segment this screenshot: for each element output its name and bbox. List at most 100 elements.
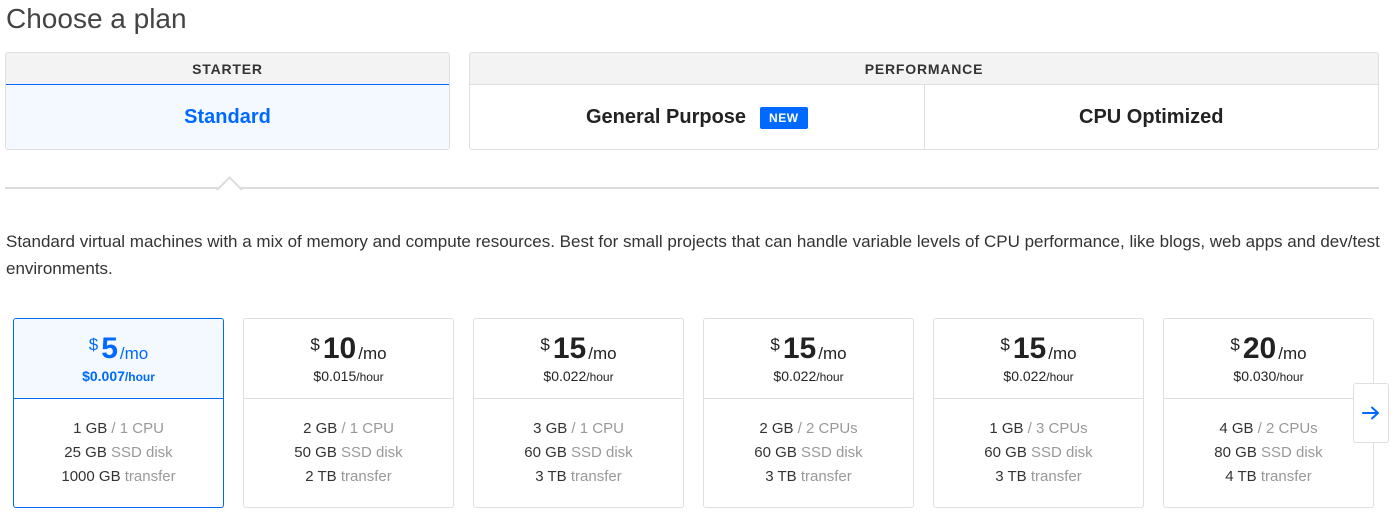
spec-memory: 1 GB (989, 420, 1024, 437)
spec-disk-row: 60 GB SSD disk (984, 444, 1092, 462)
price-unit: /mo (818, 343, 847, 363)
spec-transfer-row: 4 TB transfer (1225, 468, 1311, 486)
hourly-amount: $0.022 (1003, 367, 1047, 384)
spec-disk-row: 60 GB SSD disk (524, 444, 632, 462)
plan-price-section: $ 15 /mo $0.022/hour (704, 319, 913, 399)
spec-disk: 25 GB (64, 444, 107, 461)
price-amount: 10 (322, 331, 357, 365)
monthly-price: $ 15 /mo (1000, 331, 1077, 365)
spec-disk-label: SSD disk (341, 444, 403, 461)
plan-specs: 4 GB / 2 CPUs 80 GB SSD disk 4 TB transf… (1164, 399, 1373, 507)
monthly-price: $ 20 /mo (1230, 333, 1307, 364)
spec-disk-label: SSD disk (1261, 444, 1323, 461)
spec-transfer: 4 TB (1225, 468, 1257, 485)
spec-memory-cpu: 1 GB / 1 CPU (73, 420, 164, 438)
spec-cpu: / 1 CPU (341, 420, 394, 437)
spec-cpu: / 3 CPUs (1027, 420, 1088, 437)
hourly-amount: $0.022 (543, 367, 587, 384)
price-currency: $ (540, 334, 550, 354)
spec-memory-cpu: 3 GB / 1 CPU (533, 420, 624, 438)
hourly-unit: /hour (816, 369, 844, 384)
performance-category-group: PERFORMANCE General Purpose NEW CPU Opti… (469, 52, 1379, 150)
spec-transfer: 3 TB (535, 468, 567, 485)
hourly-unit: /hour (1276, 369, 1304, 384)
price-currency: $ (770, 334, 780, 354)
plan-card[interactable]: $ 10 /mo $0.015/hour 2 GB / 1 CPU 50 GB … (243, 318, 454, 508)
spec-transfer: 3 TB (765, 468, 797, 485)
plan-specs: 1 GB / 1 CPU 25 GB SSD disk 1000 GB tran… (14, 399, 223, 507)
arrow-right-icon (1362, 406, 1379, 420)
price-amount: 15 (1012, 331, 1047, 365)
spec-transfer: 3 TB (995, 468, 1027, 485)
selected-tab-pointer (216, 176, 244, 190)
hourly-amount: $0.030 (1233, 367, 1277, 384)
spec-disk: 50 GB (294, 444, 337, 461)
hourly-unit: /hour (1046, 369, 1074, 384)
spec-memory-cpu: 4 GB / 2 CPUs (1219, 420, 1317, 438)
tab-standard[interactable]: Standard (6, 84, 449, 149)
tab-general-purpose-label: General Purpose (585, 106, 747, 128)
monthly-price: $ 15 /mo (540, 333, 617, 364)
plan-card[interactable]: $ 5 /mo $0.007/hour 1 GB / 1 CPU 25 GB S… (13, 318, 224, 508)
price-unit: /mo (119, 343, 149, 363)
spec-transfer-label: transfer (1030, 468, 1082, 485)
plan-price-section: $ 20 /mo $0.030/hour (1164, 319, 1373, 399)
price-currency: $ (1230, 334, 1240, 354)
spec-transfer-label: transfer (570, 468, 622, 485)
price-currency: $ (310, 334, 320, 354)
spec-transfer: 1000 GB (61, 468, 121, 485)
spec-cpu: / 2 CPUs (1257, 420, 1318, 437)
plan-price-section: $ 10 /mo $0.015/hour (244, 319, 453, 399)
spec-cpu: / 2 CPUs (797, 420, 858, 437)
plan-price-section: $ 5 /mo $0.007/hour (14, 319, 223, 399)
tab-general-purpose[interactable]: General Purpose NEW (470, 85, 924, 149)
next-plans-button[interactable] (1353, 383, 1389, 443)
hourly-amount: $0.015 (313, 367, 357, 384)
spec-cpu: / 1 CPU (111, 420, 164, 437)
price-amount: 5 (101, 331, 118, 365)
hourly-price: $0.030/hour (1233, 368, 1303, 384)
spec-disk-label: SSD disk (111, 444, 173, 461)
price-amount: 15 (782, 331, 817, 365)
hourly-price: $0.015/hour (313, 368, 383, 384)
tab-standard-label: Standard (184, 106, 271, 128)
monthly-price: $ 10 /mo (310, 331, 387, 365)
tab-cpu-optimized[interactable]: CPU Optimized (923, 85, 1379, 149)
spec-disk-row: 60 GB SSD disk (754, 444, 862, 462)
price-unit: /mo (358, 343, 387, 363)
spec-transfer-row: 1000 GB transfer (61, 468, 175, 486)
starter-category-header: STARTER (6, 53, 449, 85)
hourly-price: $0.007/hour (82, 368, 155, 384)
plan-price-section: $ 15 /mo $0.022/hour (474, 319, 683, 399)
plan-specs: 2 GB / 1 CPU 50 GB SSD disk 2 TB transfe… (244, 399, 453, 507)
hourly-unit: /hour (586, 369, 614, 384)
spec-transfer-row: 2 TB transfer (305, 468, 391, 486)
spec-transfer: 2 TB (305, 468, 337, 485)
price-unit: /mo (1278, 343, 1307, 363)
plan-card[interactable]: $ 15 /mo $0.022/hour 1 GB / 3 CPUs 60 GB… (933, 318, 1144, 508)
spec-transfer-label: transfer (800, 468, 852, 485)
plan-cards: $ 5 /mo $0.007/hour 1 GB / 1 CPU 25 GB S… (13, 318, 1374, 508)
spec-memory-cpu: 1 GB / 3 CPUs (989, 420, 1087, 438)
plan-specs: 1 GB / 3 CPUs 60 GB SSD disk 3 TB transf… (934, 399, 1143, 507)
price-unit: /mo (1048, 343, 1077, 363)
spec-transfer-row: 3 TB transfer (535, 468, 621, 486)
plan-specs: 3 GB / 1 CPU 60 GB SSD disk 3 TB transfe… (474, 399, 683, 507)
plan-specs: 2 GB / 2 CPUs 60 GB SSD disk 3 TB transf… (704, 399, 913, 507)
spec-transfer-label: transfer (340, 468, 392, 485)
hourly-unit: /hour (124, 369, 155, 384)
price-unit: /mo (588, 343, 617, 363)
spec-disk-label: SSD disk (1031, 444, 1093, 461)
hourly-unit: /hour (356, 369, 384, 384)
monthly-price: $ 15 /mo (770, 331, 847, 365)
price-currency: $ (1000, 334, 1010, 354)
spec-disk: 60 GB (984, 444, 1027, 461)
spec-transfer-label: transfer (124, 468, 176, 485)
plan-card[interactable]: $ 20 /mo $0.030/hour 4 GB / 2 CPUs 80 GB… (1163, 318, 1374, 508)
spec-disk-row: 80 GB SSD disk (1214, 444, 1322, 462)
spec-disk-label: SSD disk (801, 444, 863, 461)
hourly-price: $0.022/hour (1003, 368, 1073, 384)
plan-card[interactable]: $ 15 /mo $0.022/hour 2 GB / 2 CPUs 60 GB… (703, 318, 914, 508)
plan-card[interactable]: $ 15 /mo $0.022/hour 3 GB / 1 CPU 60 GB … (473, 318, 684, 508)
spec-disk: 60 GB (524, 444, 567, 461)
